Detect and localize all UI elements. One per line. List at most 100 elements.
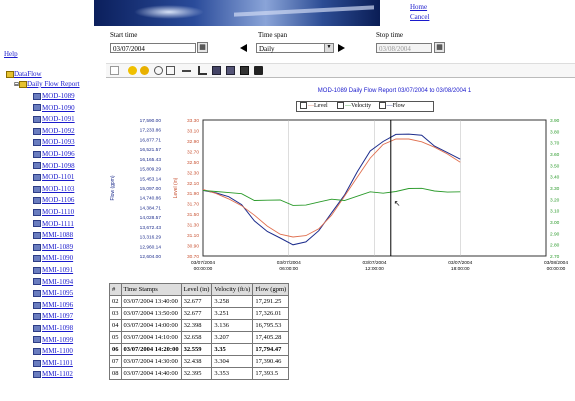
tree-item[interactable]: MOD-1103 bbox=[33, 185, 74, 193]
reset-icon[interactable] bbox=[182, 70, 191, 72]
tree-node[interactable]: ⊟ Daily Flow Report bbox=[14, 80, 80, 88]
flow-chart[interactable]: MOD-1089 Daily Flow Report 03/07/2004 to… bbox=[106, 80, 575, 280]
start-calendar-icon[interactable]: ▦ bbox=[197, 42, 208, 53]
zoom-in-icon[interactable] bbox=[128, 66, 137, 75]
tree-item[interactable]: MMI-1098 bbox=[33, 324, 73, 332]
tree-item-label[interactable]: MOD-1110 bbox=[42, 208, 74, 216]
export-icon[interactable] bbox=[226, 66, 235, 75]
blank-icon[interactable] bbox=[110, 66, 119, 75]
column-header[interactable]: Level (in) bbox=[180, 283, 213, 296]
tree-item[interactable]: MMI-1097 bbox=[33, 312, 73, 320]
tree-item[interactable]: MMI-1100 bbox=[33, 347, 73, 355]
sensor-icon bbox=[33, 150, 41, 158]
help-link[interactable]: Help bbox=[4, 50, 18, 58]
tree-item[interactable]: MOD-1092 bbox=[33, 127, 75, 135]
y-right-tick-label: 3.80 bbox=[550, 129, 560, 135]
sensor-icon bbox=[33, 243, 41, 251]
tree-item-label[interactable]: MOD-1091 bbox=[42, 115, 75, 123]
cancel-link[interactable]: Cancel bbox=[410, 13, 429, 21]
tree-item-label[interactable]: MMI-1095 bbox=[42, 289, 73, 297]
sensor-icon bbox=[33, 92, 41, 100]
tree-item[interactable]: MMI-1094 bbox=[33, 278, 73, 286]
print-icon[interactable] bbox=[254, 66, 263, 75]
table-row[interactable]: 07 03/07/2004 14:30:00 32.438 3.304 17,390.4… bbox=[109, 355, 290, 368]
tree-item-label[interactable]: MOD-1101 bbox=[42, 173, 74, 181]
tree-item-label[interactable]: MMI-1102 bbox=[42, 370, 73, 378]
table-row[interactable]: 08 03/07/2004 14:40:00 32.395 3.353 17,393.5 bbox=[109, 367, 290, 380]
data-table-wrap: # Time Stamps Level (in) Velocity (ft/s) Flo… bbox=[109, 283, 290, 380]
column-header[interactable]: Time Stamps bbox=[120, 283, 182, 296]
table-row[interactable]: 05 03/07/2004 14:10:00 32.658 3.207 17,405.2… bbox=[109, 331, 290, 344]
tree-item-label[interactable]: MMI-1101 bbox=[42, 359, 73, 367]
tree-item[interactable]: MOD-1101 bbox=[33, 173, 74, 181]
home-link[interactable]: Home bbox=[410, 3, 427, 11]
tree-item[interactable]: MMI-1096 bbox=[33, 301, 73, 309]
next-arrow-icon[interactable] bbox=[338, 44, 345, 52]
tree-item-label[interactable]: MOD-1111 bbox=[42, 220, 74, 228]
save-icon[interactable] bbox=[240, 66, 249, 75]
time-span-select[interactable]: Daily ▼ bbox=[256, 43, 334, 53]
table-icon[interactable] bbox=[212, 66, 221, 75]
column-header[interactable]: Velocity (ft/s) bbox=[211, 283, 254, 296]
y-tick-label: 13,316.29 bbox=[140, 235, 162, 241]
tree-item-label[interactable]: MOD-1093 bbox=[42, 138, 75, 146]
tree-item-label[interactable]: MMI-1088 bbox=[42, 231, 73, 239]
table-row[interactable]: 03 03/07/2004 13:50:00 32.677 3.251 17,326.0… bbox=[109, 307, 290, 320]
tree-item[interactable]: MOD-1106 bbox=[33, 196, 74, 204]
chevron-down-icon[interactable]: ▼ bbox=[324, 44, 333, 52]
tree-item[interactable]: MMI-1088 bbox=[33, 231, 73, 239]
tree-root-label[interactable]: DataFlow bbox=[14, 70, 42, 78]
folder-icon bbox=[6, 70, 14, 78]
tree-item-label[interactable]: MOD-1103 bbox=[42, 185, 74, 193]
tree-item[interactable]: MMI-1091 bbox=[33, 266, 73, 274]
tree-item[interactable]: MOD-1089 bbox=[33, 92, 75, 100]
tree-item-label[interactable]: MOD-1089 bbox=[42, 92, 75, 100]
y-tick-label: 15,097.00 bbox=[140, 186, 162, 192]
stop-time-label: Stop time bbox=[376, 31, 404, 39]
tree-item[interactable]: MOD-1090 bbox=[33, 104, 75, 112]
start-time-input[interactable]: 03/07/2004 bbox=[110, 43, 196, 53]
table-cell: 17,393.5 bbox=[252, 367, 290, 380]
tree-item-label[interactable]: MMI-1097 bbox=[42, 312, 73, 320]
tree-item-label[interactable]: MMI-1094 bbox=[42, 278, 73, 286]
tree-item[interactable]: MOD-1098 bbox=[33, 162, 75, 170]
column-header[interactable]: # bbox=[109, 283, 122, 296]
tree-item-label[interactable]: MMI-1098 bbox=[42, 324, 73, 332]
tree-item-label[interactable]: MOD-1098 bbox=[42, 162, 75, 170]
zoom-out-icon[interactable] bbox=[140, 66, 149, 75]
y-mid-tick-label: 32.10 bbox=[187, 181, 199, 187]
tree-item[interactable]: MMI-1090 bbox=[33, 254, 73, 262]
tree-item[interactable]: MOD-1093 bbox=[33, 138, 75, 146]
tree-item-label[interactable]: MOD-1090 bbox=[42, 104, 75, 112]
table-row[interactable]: 04 03/07/2004 14:00:00 32.398 3.136 16,795.5… bbox=[109, 319, 290, 332]
tree-item[interactable]: MOD-1096 bbox=[33, 150, 75, 158]
column-header[interactable]: Flow (gpm) bbox=[252, 283, 290, 296]
previous-arrow-icon[interactable] bbox=[240, 44, 247, 52]
tree-item-label[interactable]: MMI-1090 bbox=[42, 254, 73, 262]
tree-item-label[interactable]: MOD-1096 bbox=[42, 150, 75, 158]
y-right-tick-label: 2.70 bbox=[550, 254, 560, 260]
table-row[interactable]: 02 03/07/2004 13:40:00 32.677 3.258 17,291.2… bbox=[109, 295, 290, 308]
chart-icon[interactable] bbox=[198, 66, 207, 75]
tree-item[interactable]: MMI-1099 bbox=[33, 336, 73, 344]
sensor-icon bbox=[33, 359, 41, 367]
tree-item-label[interactable]: MMI-1091 bbox=[42, 266, 73, 274]
tree-item-label[interactable]: MMI-1099 bbox=[42, 336, 73, 344]
tree-root[interactable]: DataFlow bbox=[6, 70, 42, 78]
table-row[interactable]: 06 03/07/2004 14:20:00 32.559 3.35 17,794.47 bbox=[109, 343, 290, 356]
tree-node-label[interactable]: Daily Flow Report bbox=[27, 80, 80, 88]
tree-item-label[interactable]: MMI-1089 bbox=[42, 243, 73, 251]
pan-icon[interactable] bbox=[166, 66, 175, 75]
tree-item-label[interactable]: MOD-1092 bbox=[42, 127, 75, 135]
tree-item[interactable]: MMI-1095 bbox=[33, 289, 73, 297]
tree-item-label[interactable]: MMI-1100 bbox=[42, 347, 73, 355]
magnify-icon[interactable] bbox=[154, 66, 163, 75]
tree-item[interactable]: MMI-1089 bbox=[33, 243, 73, 251]
tree-item[interactable]: MOD-1110 bbox=[33, 208, 74, 216]
tree-item-label[interactable]: MMI-1096 bbox=[42, 301, 73, 309]
tree-item-label[interactable]: MOD-1106 bbox=[42, 196, 74, 204]
tree-item[interactable]: MMI-1102 bbox=[33, 370, 73, 378]
tree-item[interactable]: MMI-1101 bbox=[33, 359, 73, 367]
tree-item[interactable]: MOD-1111 bbox=[33, 220, 74, 228]
tree-item[interactable]: MOD-1091 bbox=[33, 115, 75, 123]
